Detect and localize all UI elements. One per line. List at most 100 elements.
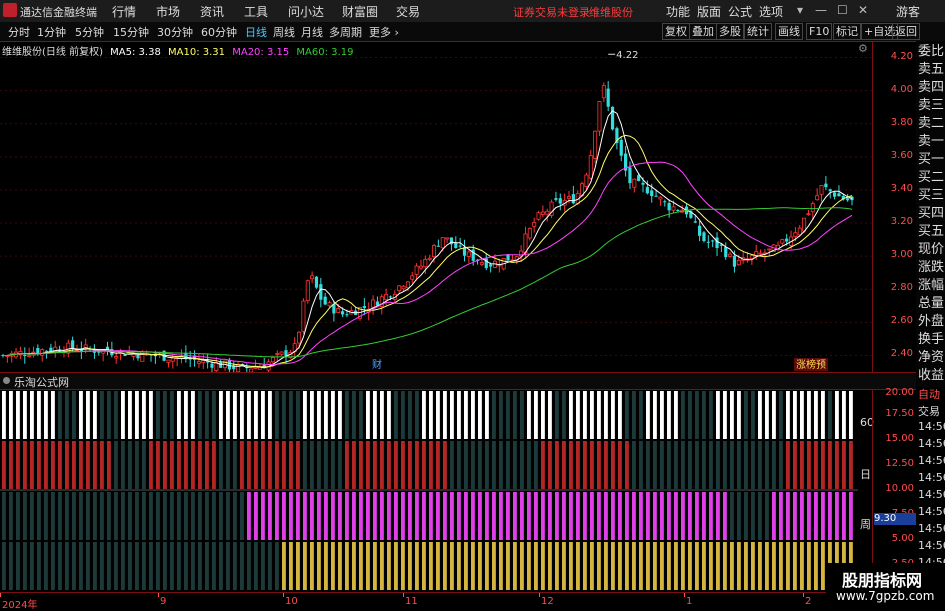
bar-60 bbox=[324, 391, 328, 439]
bar-week bbox=[828, 492, 832, 540]
adjust-button[interactable]: 复权 bbox=[662, 23, 690, 40]
bar-day bbox=[296, 441, 300, 489]
bar-month bbox=[317, 542, 321, 590]
tab-60min[interactable]: 60分钟 bbox=[201, 24, 237, 40]
cai-marker[interactable]: 财 bbox=[372, 358, 382, 371]
menu-ask[interactable]: 问小达 bbox=[288, 3, 324, 20]
draw-line-button[interactable]: 画线 bbox=[775, 23, 803, 40]
candle bbox=[628, 161, 632, 189]
bar-day bbox=[807, 441, 811, 489]
app-title: 通达信金融终端 bbox=[20, 6, 97, 19]
menu-tools[interactable]: 工具 bbox=[244, 3, 268, 20]
bar-month bbox=[667, 542, 671, 590]
toolbar-layout[interactable]: 版面 bbox=[697, 3, 721, 20]
tab-1min[interactable]: 1分钟 bbox=[37, 24, 66, 40]
candle bbox=[824, 176, 828, 190]
menu-news[interactable]: 资讯 bbox=[200, 3, 224, 20]
tab-daily[interactable]: 日线 bbox=[245, 24, 267, 40]
bar-day bbox=[380, 441, 384, 489]
bar-month bbox=[107, 542, 111, 590]
settings-icon[interactable]: ⚙ bbox=[858, 42, 868, 55]
bar-60 bbox=[835, 391, 839, 439]
candle bbox=[466, 248, 471, 263]
chart-name: 维维股份(日线 前复权) bbox=[2, 47, 103, 58]
quote-field: 卖四 bbox=[918, 80, 945, 95]
back-button[interactable]: 返回 bbox=[892, 23, 920, 40]
tab-weekly[interactable]: 周线 bbox=[273, 24, 295, 40]
bar-60 bbox=[184, 391, 188, 439]
bar-day bbox=[422, 441, 426, 489]
multi-stock-button[interactable]: 多股 bbox=[716, 23, 744, 40]
maximize-icon[interactable]: ☐ bbox=[837, 3, 848, 17]
bar-week bbox=[457, 492, 461, 540]
bar-month bbox=[821, 542, 825, 590]
bar-day bbox=[583, 441, 587, 489]
bar-month bbox=[562, 542, 566, 590]
quote-field: 收益 bbox=[918, 368, 945, 383]
bar-week bbox=[485, 492, 489, 540]
f10-button[interactable]: F10 bbox=[806, 23, 833, 40]
bar-day bbox=[667, 441, 671, 489]
bar-60 bbox=[296, 391, 300, 439]
bar-day bbox=[128, 441, 132, 489]
bar-month bbox=[646, 542, 650, 590]
candle bbox=[305, 279, 310, 304]
bar-month bbox=[625, 542, 629, 590]
bar-month bbox=[632, 542, 636, 590]
user-guest[interactable]: 游客 bbox=[896, 3, 920, 20]
bar-week bbox=[44, 492, 48, 540]
bar-60 bbox=[359, 391, 363, 439]
bar-day bbox=[779, 441, 783, 489]
bar-month bbox=[338, 542, 342, 590]
bar-month bbox=[310, 542, 314, 590]
bar-week bbox=[233, 492, 237, 540]
candle bbox=[663, 199, 667, 207]
sub-tick: 10.00 bbox=[885, 483, 914, 494]
bar-60 bbox=[842, 391, 846, 439]
bar-week bbox=[226, 492, 230, 540]
bar-week bbox=[16, 492, 20, 540]
bar-day bbox=[289, 441, 293, 489]
toolbar-formula[interactable]: 公式 bbox=[728, 3, 752, 20]
formula-name[interactable]: 乐淘公式网 bbox=[14, 374, 69, 390]
login-warning[interactable]: 证券交易未登录 bbox=[513, 4, 590, 20]
close-icon[interactable]: ✕ bbox=[858, 3, 868, 17]
overlay-button[interactable]: 叠加 bbox=[689, 23, 717, 40]
formula-dot-icon[interactable] bbox=[3, 377, 10, 384]
tab-monthly[interactable]: 月线 bbox=[301, 24, 323, 40]
bar-day bbox=[639, 441, 643, 489]
price-tick: 3.00 bbox=[890, 249, 913, 261]
minimize-icon[interactable]: — bbox=[815, 3, 827, 17]
bar-week bbox=[177, 492, 181, 540]
bar-week bbox=[107, 492, 111, 540]
candle bbox=[362, 298, 366, 316]
ma5-label: MA5: 3.38 bbox=[110, 47, 161, 58]
bar-60 bbox=[786, 391, 790, 439]
rank-marker[interactable]: 涨榜预 bbox=[796, 358, 826, 371]
kline-chart[interactable]: 4.222.26财涨榜预 bbox=[0, 41, 872, 372]
stats-button[interactable]: 统计 bbox=[744, 23, 772, 40]
bar-60 bbox=[779, 391, 783, 439]
tab-5min[interactable]: 5分钟 bbox=[75, 24, 104, 40]
sub-indicator-chart[interactable] bbox=[0, 389, 858, 592]
toolbar-function[interactable]: 功能 bbox=[666, 3, 690, 20]
time-list: 自动交易 14:56 14:56 14:56 14:56 14:56 14:56 14:56 1… bbox=[916, 385, 945, 592]
menu-wealth[interactable]: 财富圈 bbox=[342, 3, 378, 20]
bar-month bbox=[772, 542, 776, 590]
bar-month bbox=[506, 542, 510, 590]
menu-quotes[interactable]: 行情 bbox=[112, 3, 136, 20]
mark-button[interactable]: 标记 bbox=[833, 23, 861, 40]
bar-day bbox=[730, 441, 734, 489]
tab-multi-period[interactable]: 多周期 bbox=[329, 24, 362, 40]
tab-timeshare[interactable]: 分时 bbox=[8, 24, 30, 40]
dropdown-icon[interactable]: ▾ bbox=[797, 3, 803, 17]
bar-60 bbox=[247, 391, 251, 439]
toolbar-options[interactable]: 选项 bbox=[759, 3, 783, 20]
ma20-line bbox=[3, 161, 853, 365]
tab-more[interactable]: 更多 › bbox=[369, 24, 399, 40]
tab-30min[interactable]: 30分钟 bbox=[157, 24, 193, 40]
bar-month bbox=[793, 542, 797, 590]
menu-trade[interactable]: 交易 bbox=[396, 3, 420, 20]
menu-market[interactable]: 市场 bbox=[156, 3, 180, 20]
tab-15min[interactable]: 15分钟 bbox=[113, 24, 149, 40]
